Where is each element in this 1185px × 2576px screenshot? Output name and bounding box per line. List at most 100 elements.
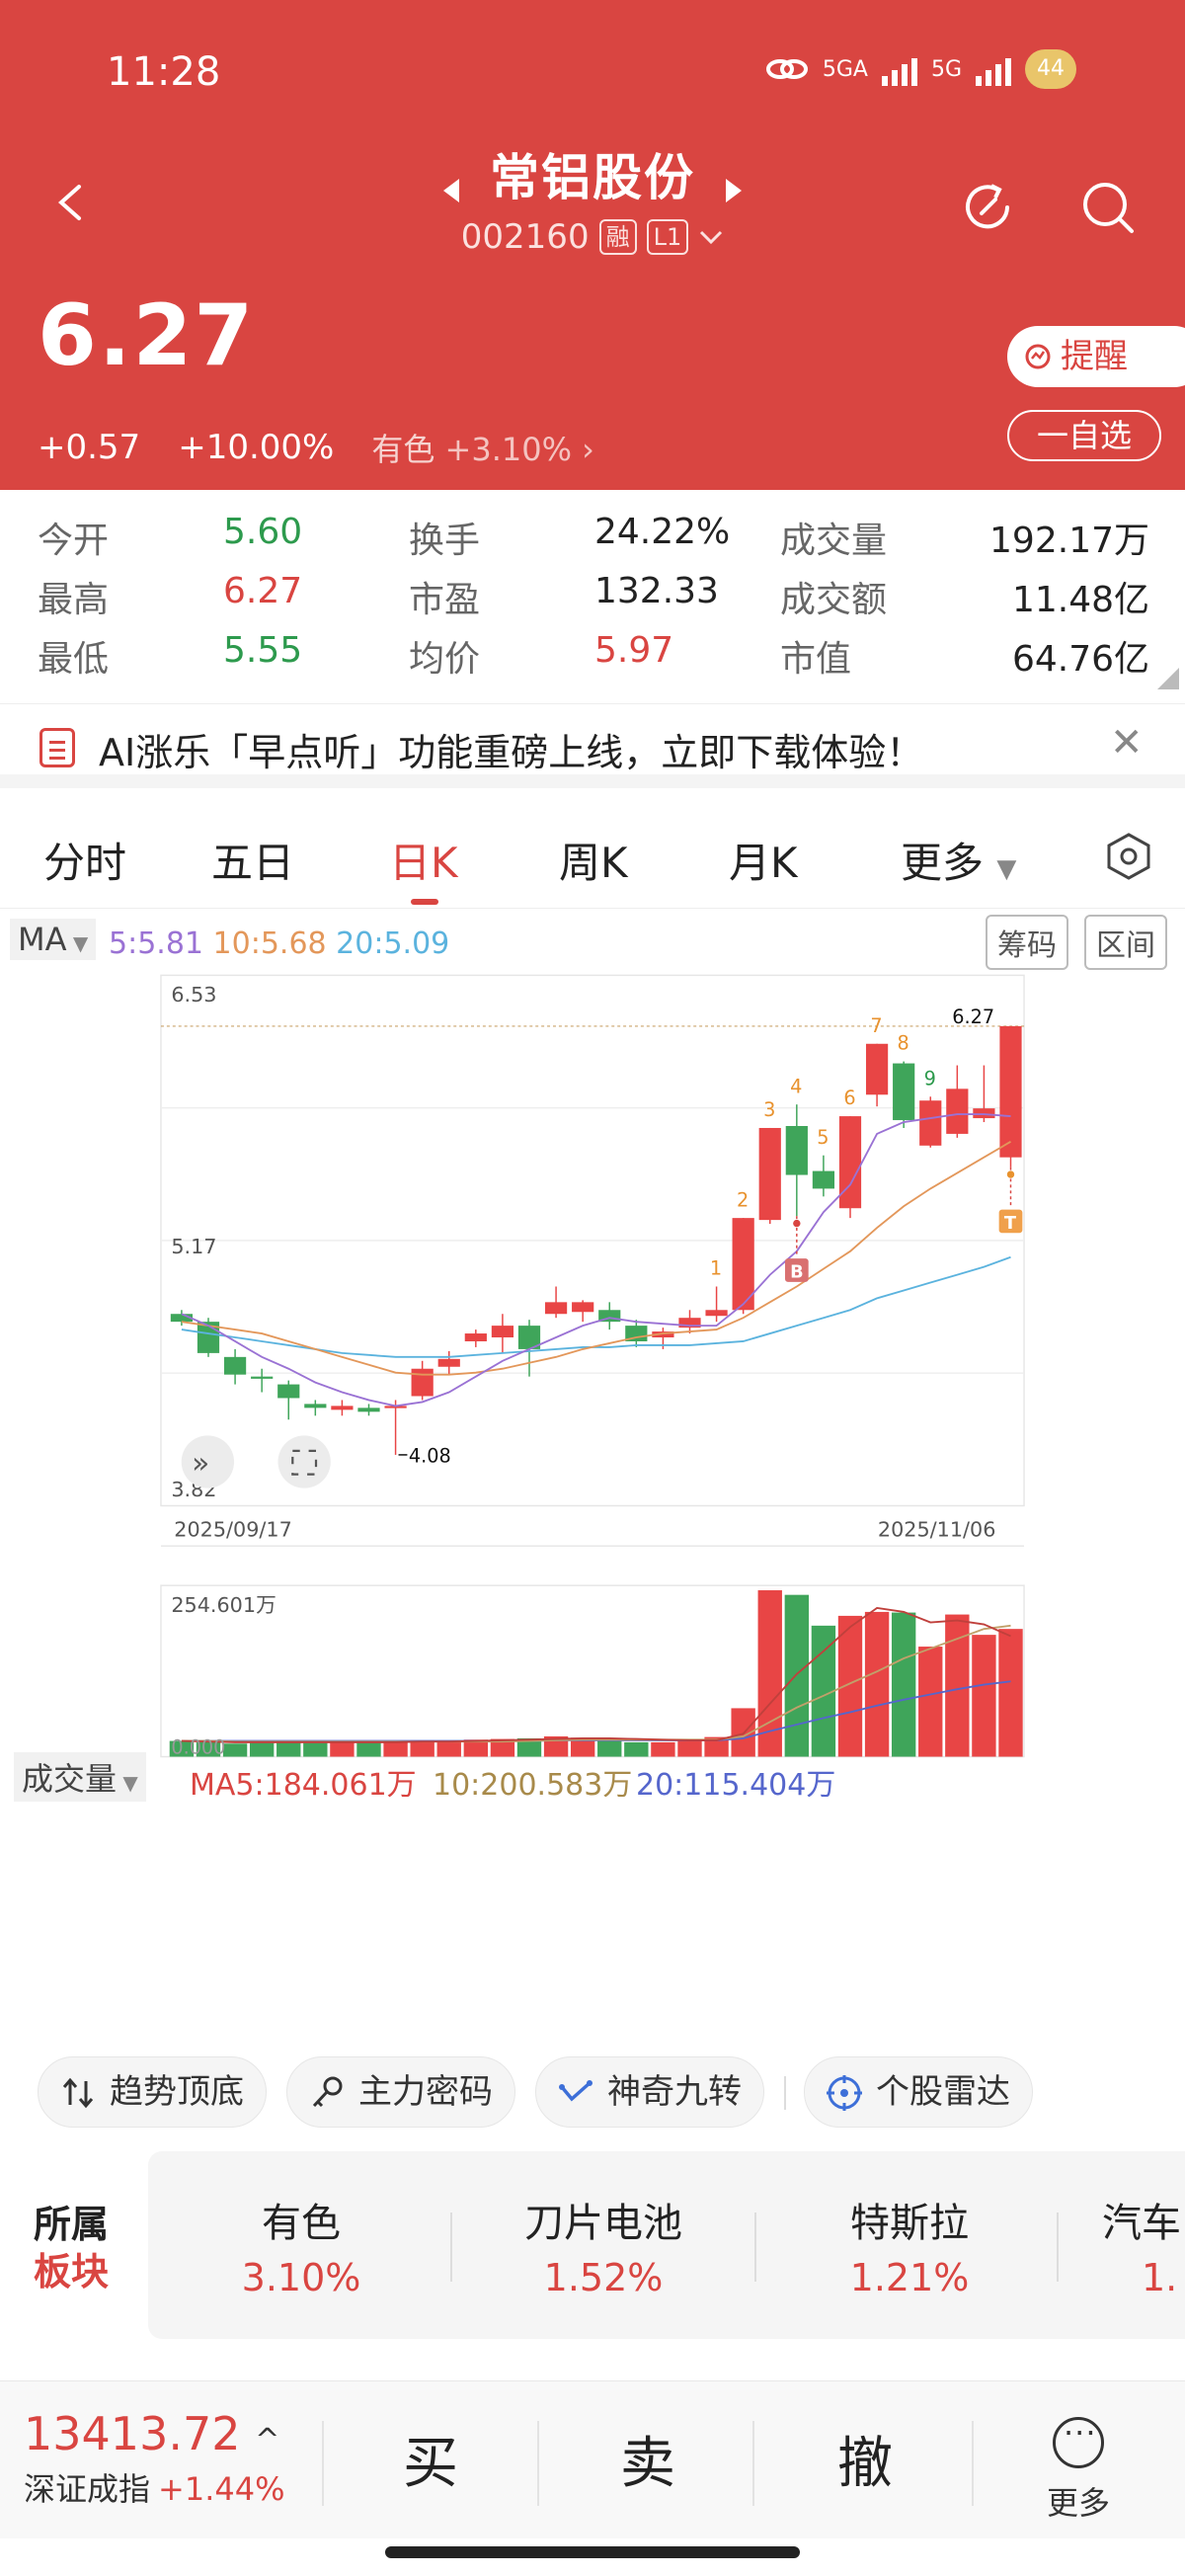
indicator-tools: 趋势顶底 主力密码 神奇九转 个股雷达 bbox=[0, 2047, 1185, 2135]
ma5-line bbox=[181, 1113, 1011, 1408]
expand-quote-icon[interactable] bbox=[1157, 668, 1179, 689]
cancel-order-button[interactable]: 撤 bbox=[837, 2419, 893, 2499]
sector-list: 有色 3.10% 刀片电池 1.52% 特斯拉 1.21% 汽车 1. bbox=[148, 2151, 1185, 2339]
candle-body bbox=[251, 1376, 274, 1379]
settings-hexagon-icon[interactable] bbox=[1104, 832, 1153, 881]
more-dots-icon[interactable] bbox=[1053, 2414, 1104, 2468]
tab-intraday[interactable]: 分时 bbox=[43, 830, 126, 890]
bar-divider bbox=[752, 2421, 754, 2506]
tab-monthly-k[interactable]: 月K bbox=[729, 830, 798, 890]
trend-top-bottom-button[interactable]: 趋势顶底 bbox=[38, 2056, 267, 2128]
min-price-label: 4.08 bbox=[409, 1444, 451, 1467]
nine-turn-label: 8 bbox=[897, 1032, 908, 1055]
tab-weekly-k[interactable]: 周K bbox=[559, 830, 628, 890]
volume-bar bbox=[972, 1635, 996, 1757]
volume-label: 成交量 bbox=[780, 521, 888, 561]
more-label: 更多 bbox=[1047, 2484, 1111, 2522]
prev-stock-icon[interactable] bbox=[442, 178, 459, 202]
volume-bar bbox=[784, 1594, 810, 1757]
stock-radar-button[interactable]: 个股雷达 bbox=[804, 2056, 1033, 2128]
candle-body bbox=[411, 1368, 434, 1397]
open-label: 今开 bbox=[38, 521, 110, 561]
ma-selector[interactable]: MA ▼ bbox=[10, 919, 97, 960]
sector-pct: 3.10% bbox=[241, 2256, 361, 2299]
max-price-label: 6.27 bbox=[952, 1006, 994, 1028]
sector-item[interactable]: 有色 3.10% bbox=[178, 2191, 425, 2299]
nine-turn-label: 7 bbox=[870, 1014, 882, 1037]
refresh-icon[interactable] bbox=[958, 178, 1017, 237]
pe-label: 市盈 bbox=[409, 580, 481, 620]
high-value: 6.27 bbox=[223, 571, 303, 611]
candle-body bbox=[785, 1125, 808, 1175]
bottom-trade-bar: 13413.72 ^ 深证成指+1.44% 买 卖 撤 更多 bbox=[0, 2380, 1185, 2538]
candle-body bbox=[544, 1302, 568, 1315]
sector-item[interactable]: 汽车 1. bbox=[1102, 2191, 1185, 2299]
home-indicator bbox=[385, 2546, 800, 2558]
x-date-start: 2025/09/17 bbox=[174, 1518, 292, 1542]
stock-name: 常铝股份 bbox=[490, 149, 695, 206]
caret-down-icon: ▼ bbox=[117, 1771, 138, 1795]
level-tag: L1 bbox=[646, 219, 689, 255]
sector-name: 有色 bbox=[262, 2201, 341, 2246]
chevron-down-icon[interactable] bbox=[698, 227, 724, 247]
signal-label: B bbox=[790, 1262, 804, 1282]
signal-dot bbox=[793, 1219, 801, 1228]
tab-more-label: 更多 bbox=[901, 839, 985, 887]
signal-dot bbox=[1006, 1170, 1015, 1178]
radar-icon bbox=[827, 2075, 862, 2111]
price-change-pct: +10.00% bbox=[178, 428, 335, 467]
index-value: 13413.72 bbox=[24, 2407, 241, 2460]
y-tick-label: 5.17 bbox=[171, 1235, 216, 1258]
active-tab-indicator bbox=[411, 899, 438, 905]
sell-button[interactable]: 卖 bbox=[620, 2419, 675, 2499]
signal-label: T bbox=[1004, 1214, 1017, 1234]
notice-banner[interactable]: AI涨乐「早点听」功能重磅上线，立即下载体验！ ✕ bbox=[0, 703, 1185, 788]
candle-body bbox=[705, 1310, 728, 1317]
candle-body bbox=[838, 1116, 862, 1209]
range-button[interactable]: 区间 bbox=[1084, 915, 1167, 970]
candle-body bbox=[304, 1404, 327, 1409]
sector-inline-name: 有色 bbox=[371, 431, 435, 468]
tab-five-day[interactable]: 五日 bbox=[211, 830, 294, 890]
sector-inline-link[interactable]: 有色 +3.10% › bbox=[371, 425, 594, 470]
volume-bar bbox=[864, 1611, 890, 1757]
add-favorite-button[interactable]: 一自选 bbox=[1007, 410, 1161, 461]
tab-daily-k[interactable]: 日K bbox=[389, 830, 458, 890]
candle-body bbox=[277, 1384, 300, 1399]
volume-selector[interactable]: 成交量 ▼ bbox=[14, 1752, 146, 1802]
bar-divider bbox=[322, 2421, 324, 2506]
close-icon[interactable]: ✕ bbox=[1110, 720, 1144, 765]
kline-chart[interactable]: 6.535.173.82123456789BT6.274.08»2025/09/… bbox=[0, 968, 1185, 1758]
candle-body bbox=[491, 1326, 514, 1338]
up-down-arrow-icon bbox=[62, 2077, 94, 2109]
chip-distribution-button[interactable]: 筹码 bbox=[986, 915, 1068, 970]
sector-divider bbox=[754, 2213, 756, 2282]
open-value: 5.60 bbox=[223, 512, 303, 552]
buy-button[interactable]: 买 bbox=[403, 2419, 458, 2499]
main-force-code-button[interactable]: 主力密码 bbox=[286, 2056, 515, 2128]
candle-body bbox=[464, 1333, 487, 1341]
magic-nine-button[interactable]: 神奇九转 bbox=[535, 2056, 764, 2128]
search-icon[interactable] bbox=[1078, 178, 1138, 237]
high-label: 最高 bbox=[38, 580, 110, 620]
key-icon bbox=[312, 2076, 343, 2108]
ma5-value: 5:5.81 bbox=[109, 926, 203, 961]
price-change: +0.57 bbox=[38, 428, 141, 467]
main-force-code-label: 主力密码 bbox=[358, 2072, 493, 2112]
remind-button[interactable]: 提醒 bbox=[1007, 326, 1185, 387]
double-chevron-icon: » bbox=[192, 1446, 209, 1480]
index-ticker[interactable]: 13413.72 ^ bbox=[24, 2407, 279, 2460]
candle-body bbox=[946, 1088, 969, 1134]
pe-value: 132.33 bbox=[594, 571, 719, 611]
sector-item[interactable]: 刀片电池 1.52% bbox=[480, 2191, 727, 2299]
nine-turn-label: 2 bbox=[737, 1188, 749, 1211]
ma10-line bbox=[181, 1141, 1011, 1376]
y-tick-label: 6.53 bbox=[171, 983, 216, 1006]
ma20-value: 20:5.09 bbox=[336, 926, 450, 961]
sector-pct: 1.21% bbox=[849, 2256, 970, 2299]
sector-divider bbox=[1057, 2213, 1059, 2282]
next-stock-icon[interactable] bbox=[726, 178, 743, 202]
sector-item[interactable]: 特斯拉 1.21% bbox=[786, 2191, 1033, 2299]
nine-turn-label: 4 bbox=[790, 1075, 802, 1097]
tab-more[interactable]: 更多 ▼ bbox=[901, 830, 1016, 890]
